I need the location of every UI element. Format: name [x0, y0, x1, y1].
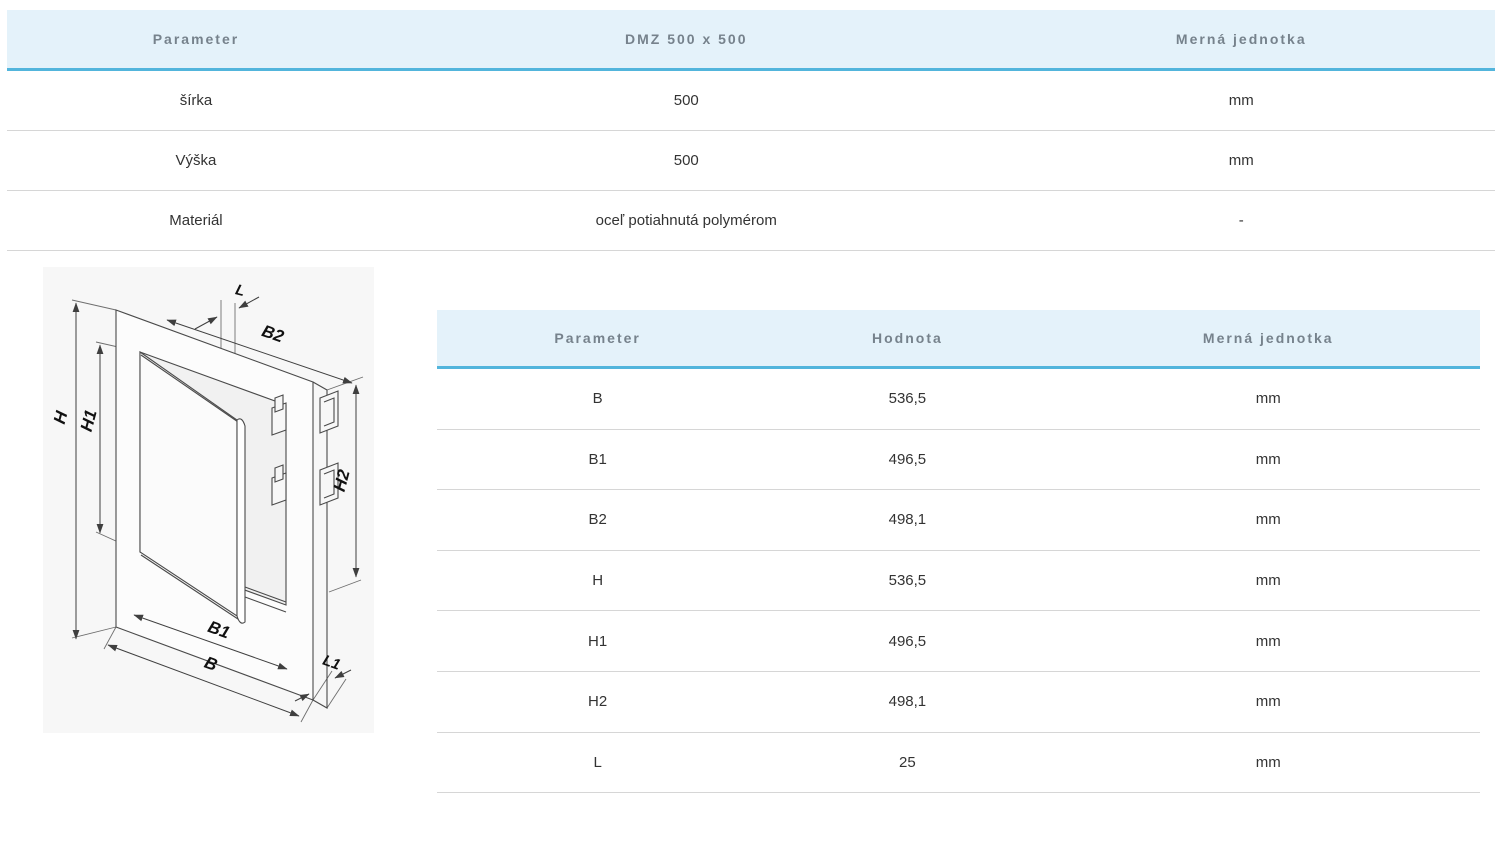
- column-header-parameter: Parameter: [7, 31, 385, 47]
- dim-value: 536,5: [758, 390, 1056, 407]
- table-row: B1 496,5 mm: [437, 430, 1480, 491]
- dim-label-b2: B2: [259, 321, 286, 346]
- dimensions-table: Parameter Hodnota Merná jednotka B 536,5…: [437, 310, 1480, 793]
- dim-label-l: L: [234, 281, 247, 300]
- table-row: B2 498,1 mm: [437, 490, 1480, 551]
- param-unit: mm: [988, 152, 1495, 169]
- param-name: Výška: [7, 152, 385, 169]
- access-door-drawing: L B2 H H1 H2 B1 B L1: [43, 267, 374, 733]
- dim-unit: mm: [1057, 451, 1480, 468]
- dim-value: 496,5: [758, 451, 1056, 468]
- column-header-parameter: Parameter: [437, 330, 758, 346]
- dim-name: B2: [437, 511, 758, 528]
- dim-value: 496,5: [758, 633, 1056, 650]
- dim-name: H2: [437, 693, 758, 710]
- column-header-unit: Merná jednotka: [1057, 330, 1480, 346]
- param-value: 500: [385, 152, 988, 169]
- dim-name: H: [437, 572, 758, 589]
- spec-table-header-row: Parameter DMZ 500 x 500 Merná jednotka: [7, 10, 1495, 71]
- dim-value: 25: [758, 754, 1056, 771]
- column-header-value: Hodnota: [758, 330, 1056, 346]
- column-header-model: DMZ 500 x 500: [385, 31, 988, 47]
- dim-unit: mm: [1057, 754, 1480, 771]
- table-row: B 536,5 mm: [437, 369, 1480, 430]
- product-spec-page: Parameter DMZ 500 x 500 Merná jednotka š…: [0, 0, 1506, 846]
- param-name: Materiál: [7, 212, 385, 229]
- dim-label-h: H: [50, 408, 72, 425]
- dim-name: B: [437, 390, 758, 407]
- table-row: H 536,5 mm: [437, 551, 1480, 612]
- dim-name: B1: [437, 451, 758, 468]
- table-row: Výška 500 mm: [7, 131, 1495, 191]
- dim-label-h1: H1: [77, 408, 101, 434]
- dim-name: L: [437, 754, 758, 771]
- product-spec-table: Parameter DMZ 500 x 500 Merná jednotka š…: [7, 10, 1495, 251]
- dimensions-table-header-row: Parameter Hodnota Merná jednotka: [437, 310, 1480, 369]
- dim-unit: mm: [1057, 633, 1480, 650]
- dim-name: H1: [437, 633, 758, 650]
- param-value: oceľ potiahnutá polymérom: [385, 212, 988, 229]
- dim-value: 536,5: [758, 572, 1056, 589]
- param-value: 500: [385, 92, 988, 109]
- dim-value: 498,1: [758, 693, 1056, 710]
- table-row: H1 496,5 mm: [437, 611, 1480, 672]
- dim-unit: mm: [1057, 693, 1480, 710]
- column-header-unit: Merná jednotka: [988, 31, 1495, 47]
- dim-value: 498,1: [758, 511, 1056, 528]
- table-row: šírka 500 mm: [7, 71, 1495, 131]
- dim-label-l1: L1: [320, 652, 342, 674]
- table-row: L 25 mm: [437, 733, 1480, 794]
- param-unit: mm: [988, 92, 1495, 109]
- dim-unit: mm: [1057, 390, 1480, 407]
- table-row: Materiál oceľ potiahnutá polymérom -: [7, 191, 1495, 251]
- product-dimensions-diagram: L B2 H H1 H2 B1 B L1: [43, 267, 374, 733]
- table-row: H2 498,1 mm: [437, 672, 1480, 733]
- param-name: šírka: [7, 92, 385, 109]
- param-unit: -: [988, 212, 1495, 229]
- dim-unit: mm: [1057, 511, 1480, 528]
- dim-unit: mm: [1057, 572, 1480, 589]
